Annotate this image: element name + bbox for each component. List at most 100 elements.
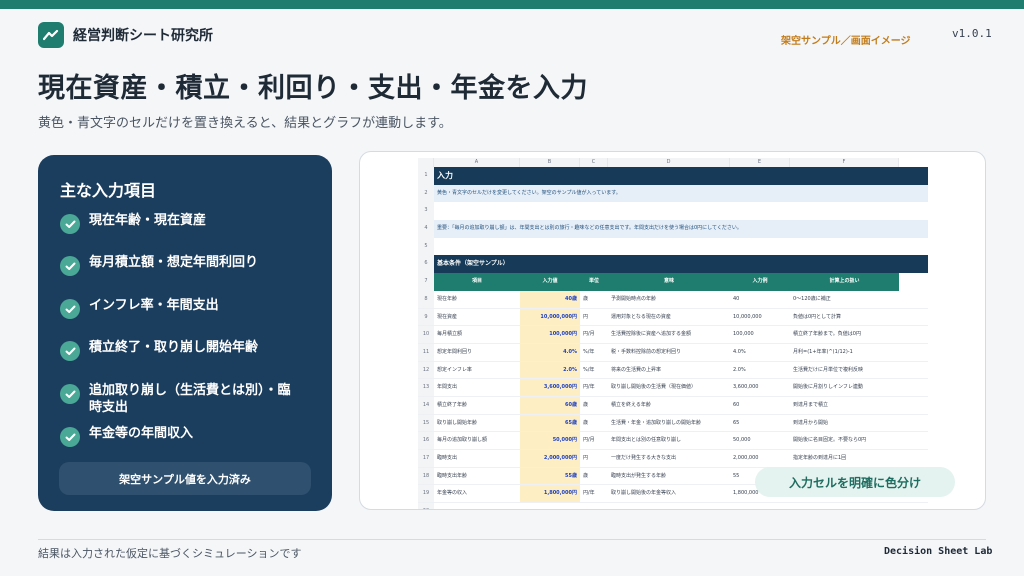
row-number[interactable]: 12 — [418, 361, 434, 379]
table-cell[interactable]: 円/月 — [580, 326, 608, 343]
table-cell[interactable]: 歳 — [580, 415, 608, 432]
row-number[interactable]: 11 — [418, 343, 434, 361]
table-cell[interactable]: 想定インフレ率 — [434, 362, 520, 379]
table-cell[interactable]: 税・手数料控除前の想定利回り — [608, 344, 730, 361]
row-number[interactable]: 7 — [418, 273, 434, 291]
row-number[interactable]: 5 — [418, 237, 434, 256]
table-cell[interactable]: 毎月の追加取り崩し額 — [434, 432, 520, 449]
input-value-cell[interactable]: 2,000,000円 — [520, 450, 580, 467]
input-value-cell[interactable]: 100,000円 — [520, 326, 580, 343]
table-cell[interactable]: 10,000,000 — [730, 309, 790, 326]
table-cell[interactable]: 50,000 — [730, 432, 790, 449]
table-cell[interactable]: 取り崩し開始後の生活費（現在価値） — [608, 379, 730, 396]
table-cell[interactable]: 月利=(1+年率)^(1/12)-1 — [790, 344, 899, 361]
table-cell[interactable]: 積立終了年齢 — [434, 397, 520, 414]
table-cell[interactable]: 予測開始時点の年齢 — [608, 291, 730, 308]
table-cell[interactable]: 円/年 — [580, 379, 608, 396]
table-cell[interactable]: 歳 — [580, 468, 608, 485]
table-cell[interactable]: 取り崩し開始後の年金等収入 — [608, 485, 730, 502]
row-number[interactable]: 19 — [418, 485, 434, 503]
table-cell[interactable]: 円 — [580, 450, 608, 467]
table-cell[interactable]: 臨時支出年齢 — [434, 468, 520, 485]
table-cell[interactable]: 運用対象となる現在の資産 — [608, 309, 730, 326]
table-cell[interactable]: 年間支出とは別の任意取り崩し — [608, 432, 730, 449]
empty-cell[interactable] — [434, 202, 928, 220]
row-number[interactable]: 9 — [418, 308, 434, 326]
input-value-cell[interactable]: 50,000円 — [520, 432, 580, 449]
table-cell[interactable]: 年間支出 — [434, 379, 520, 396]
table-cell[interactable]: 2,000,000 — [730, 450, 790, 467]
table-cell[interactable]: 一度だけ発生する大きな支出 — [608, 450, 730, 467]
table-cell[interactable]: 65 — [730, 415, 790, 432]
input-value-cell[interactable]: 55歳 — [520, 467, 580, 485]
column-header[interactable]: E — [730, 158, 790, 167]
sheet-title-cell[interactable]: 入力 — [433, 167, 928, 185]
table-cell[interactable]: 積立終了年齢まで。負値は0円 — [790, 326, 899, 343]
table-cell[interactable]: 開始後に月割りしインフレ連動 — [790, 379, 899, 396]
table-cell[interactable]: 臨時支出 — [434, 450, 520, 467]
table-cell[interactable]: 40 — [730, 291, 790, 308]
table-cell[interactable]: 年金等の収入 — [434, 485, 520, 502]
sample-values-button[interactable]: 架空サンプル値を入力済み — [59, 462, 311, 495]
table-cell[interactable]: 現在年齢 — [434, 291, 520, 308]
table-cell[interactable]: 0〜120歳に補正 — [790, 291, 899, 308]
table-cell[interactable]: 円 — [580, 309, 608, 326]
column-header[interactable]: B — [520, 158, 580, 167]
table-cell[interactable]: 歳 — [580, 397, 608, 414]
table-cell[interactable]: 開始後に名目固定。不要なら0円 — [790, 432, 899, 449]
input-value-cell[interactable]: 1,800,000円 — [520, 485, 580, 503]
input-value-cell[interactable]: 40歳 — [520, 290, 580, 308]
table-cell[interactable]: 負値は0円として計算 — [790, 309, 899, 326]
row-number[interactable]: 20 — [418, 503, 434, 509]
row-number[interactable]: 1 — [418, 167, 434, 185]
table-cell[interactable]: 2.0% — [730, 362, 790, 379]
table-cell[interactable]: 指定年齢の到達月に1回 — [790, 450, 899, 467]
row-number[interactable]: 15 — [418, 414, 434, 432]
column-header[interactable]: C — [580, 158, 608, 167]
column-header[interactable]: A — [434, 158, 520, 167]
row-number[interactable]: 13 — [418, 379, 434, 396]
row-number[interactable]: 18 — [418, 467, 434, 485]
table-cell[interactable]: 将来の生活費の上昇率 — [608, 362, 730, 379]
input-value-cell[interactable]: 60歳 — [520, 396, 580, 414]
input-value-cell[interactable]: 65歳 — [520, 414, 580, 432]
empty-cell[interactable] — [434, 238, 928, 256]
row-number[interactable]: 16 — [418, 432, 434, 449]
table-cell[interactable]: 円/年 — [580, 485, 608, 502]
table-cell[interactable]: 100,000 — [730, 326, 790, 343]
table-cell[interactable]: 歳 — [580, 291, 608, 308]
row-number[interactable]: 8 — [418, 290, 434, 308]
sheet-note-cell[interactable]: 黄色・青文字のセルだけを変更してください。架空のサンプル値が入っています。 — [433, 184, 928, 203]
section-title-cell[interactable]: 基本条件（架空サンプル） — [433, 255, 928, 274]
table-cell[interactable]: 臨時支出が発生する年齢 — [608, 468, 730, 485]
row-number[interactable]: 4 — [418, 220, 434, 238]
row-number[interactable]: 2 — [418, 184, 434, 203]
row-number[interactable]: 14 — [418, 396, 434, 414]
table-cell[interactable]: %/年 — [580, 362, 608, 379]
empty-cell[interactable] — [434, 503, 928, 509]
row-number[interactable]: 6 — [418, 255, 434, 274]
table-cell[interactable]: 生活費控除後に資産へ追加する金額 — [608, 326, 730, 343]
table-cell[interactable]: 到達月まで積立 — [790, 397, 899, 414]
table-cell[interactable]: 円/月 — [580, 432, 608, 449]
table-cell[interactable]: 到達月から開始 — [790, 415, 899, 432]
input-value-cell[interactable]: 10,000,000円 — [520, 308, 580, 326]
input-value-cell[interactable]: 2.0% — [520, 361, 580, 379]
row-number[interactable]: 10 — [418, 326, 434, 343]
row-number[interactable]: 17 — [418, 450, 434, 467]
input-value-cell[interactable]: 4.0% — [520, 343, 580, 361]
column-header[interactable]: D — [608, 158, 730, 167]
table-cell[interactable]: 積立を終える年齢 — [608, 397, 730, 414]
input-value-cell[interactable]: 3,600,000円 — [520, 379, 580, 396]
row-number[interactable]: 3 — [418, 202, 434, 221]
table-cell[interactable]: 取り崩し開始年齢 — [434, 415, 520, 432]
table-cell[interactable]: %/年 — [580, 344, 608, 361]
table-cell[interactable]: 想定年間利回り — [434, 344, 520, 361]
table-cell[interactable]: 生活費・年金・追加取り崩しの開始年齢 — [608, 415, 730, 432]
column-header[interactable]: F — [790, 158, 899, 167]
table-cell[interactable]: 4.0% — [730, 344, 790, 361]
table-cell[interactable]: 現在資産 — [434, 309, 520, 326]
table-cell[interactable]: 60 — [730, 397, 790, 414]
table-cell[interactable]: 3,600,000 — [730, 379, 790, 396]
table-cell[interactable]: 生活費だけに月単位で複利反映 — [790, 362, 899, 379]
